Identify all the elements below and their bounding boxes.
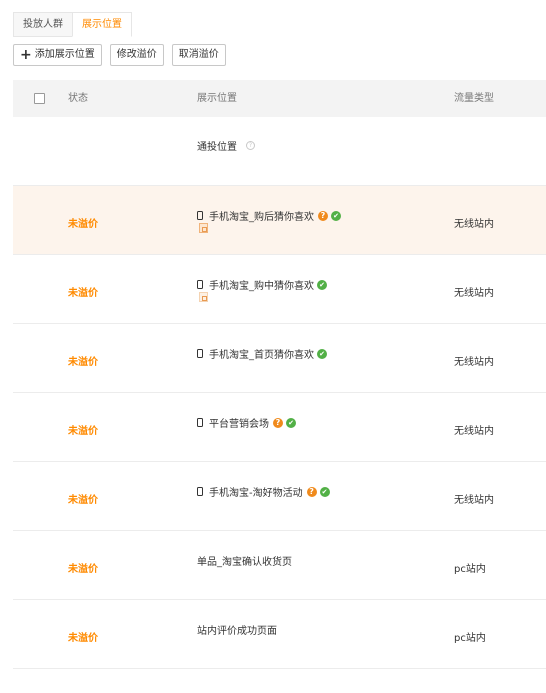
question-icon[interactable]: ? [318,210,328,221]
position-label: 手机淘宝_购后猜你喜欢 [209,212,314,223]
table-header: 状态 展示位置 流量类型 [13,80,546,117]
table-row[interactable]: 未溢价 手机淘宝_购后猜你喜欢 ? ✔ 无线站内 [13,186,546,255]
position-label: 单品_淘宝确认收货页 [197,557,292,568]
check-icon: ✔ [317,348,327,359]
header-traffic: 流量类型 [454,93,494,104]
status-label: 未溢价 [68,288,98,299]
table-row[interactable]: 未溢价 平台营销会场 ? ✔ 无线站内 [13,393,546,462]
check-icon: ✔ [286,417,296,428]
position-table: 状态 展示位置 流量类型 通投位置 ? 未溢价 手机淘宝_购后猜你喜欢 ? ✔ … [13,80,546,669]
check-icon: ✔ [331,210,341,221]
traffic-type: 无线站内 [454,426,494,437]
table-row[interactable]: 未溢价 手机淘宝-淘好物活动 ? ✔ 无线站内 [13,462,546,531]
position-cell: 单品_淘宝确认收货页 [197,553,292,568]
position-cell: 手机淘宝_首页猜你喜欢 ✔ [197,346,327,361]
position-label: 平台营销会场 [209,419,269,430]
general-position: 通投位置 ? [197,138,255,153]
tab-display-position[interactable]: 展示位置 [72,12,132,37]
add-position-label: 添加展示位置 [34,49,95,60]
traffic-type: 无线站内 [454,495,494,506]
status-label: 未溢价 [68,633,98,644]
cancel-premium-button[interactable]: 取消溢价 [171,44,226,66]
position-label: 手机淘宝_首页猜你喜欢 [209,350,314,361]
position-label: 手机淘宝-淘好物活动 [209,488,303,499]
position-cell: 平台营销会场 ? ✔ [197,415,296,430]
status-label: 未溢价 [68,357,98,368]
status-label: 未溢价 [68,495,98,506]
tab-audience[interactable]: 投放人群 [13,12,73,37]
toolbar: + 添加展示位置 修改溢价 取消溢价 [13,44,226,66]
question-icon[interactable]: ? [306,486,317,497]
table-row[interactable]: 未溢价 单品_淘宝确认收货页 pc站内 [13,531,546,600]
position-cell: 站内评价成功页面 [197,622,277,637]
position-cell: 手机淘宝_购后猜你喜欢 ? ✔ [197,208,341,223]
mobile-phone-icon [197,487,203,496]
general-position-label: 通投位置 [197,142,237,153]
check-icon: ✔ [317,279,327,290]
mobile-phone-icon [197,280,203,289]
position-label: 站内评价成功页面 [197,626,277,637]
table-row[interactable]: 未溢价 手机淘宝_首页猜你喜欢 ✔ 无线站内 [13,324,546,393]
mobile-phone-icon [197,418,203,427]
table-row-general: 通投位置 ? [13,117,546,186]
plus-icon: + [20,47,32,63]
question-icon[interactable]: ? [273,417,283,428]
table-row[interactable]: 未溢价 手机淘宝_购中猜你喜欢 ✔ 无线站内 [13,255,546,324]
status-label: 未溢价 [68,564,98,575]
position-cell: 手机淘宝_购中猜你喜欢 ✔ [197,277,327,292]
position-label: 手机淘宝_购中猜你喜欢 [209,281,314,292]
traffic-type: pc站内 [454,564,486,575]
image-preview-icon[interactable] [199,292,208,302]
traffic-type: 无线站内 [454,288,494,299]
mobile-phone-icon [197,211,203,220]
help-icon[interactable]: ? [246,141,255,150]
traffic-type: 无线站内 [454,357,494,368]
position-cell: 手机淘宝-淘好物活动 ? ✔ [197,484,330,499]
status-label: 未溢价 [68,426,98,437]
header-status: 状态 [68,93,88,104]
mobile-phone-icon [197,349,203,358]
traffic-type: 无线站内 [454,219,494,230]
select-all-checkbox[interactable] [34,93,45,104]
traffic-type: pc站内 [454,633,486,644]
add-position-button[interactable]: + 添加展示位置 [13,44,102,66]
edit-premium-button[interactable]: 修改溢价 [109,44,164,66]
status-label: 未溢价 [68,219,98,230]
table-row[interactable]: 未溢价 站内评价成功页面 pc站内 [13,600,546,669]
image-preview-icon[interactable] [199,223,208,233]
tab-bar: 投放人群 展示位置 [13,12,132,37]
check-icon: ✔ [319,486,330,497]
header-position: 展示位置 [197,93,237,104]
